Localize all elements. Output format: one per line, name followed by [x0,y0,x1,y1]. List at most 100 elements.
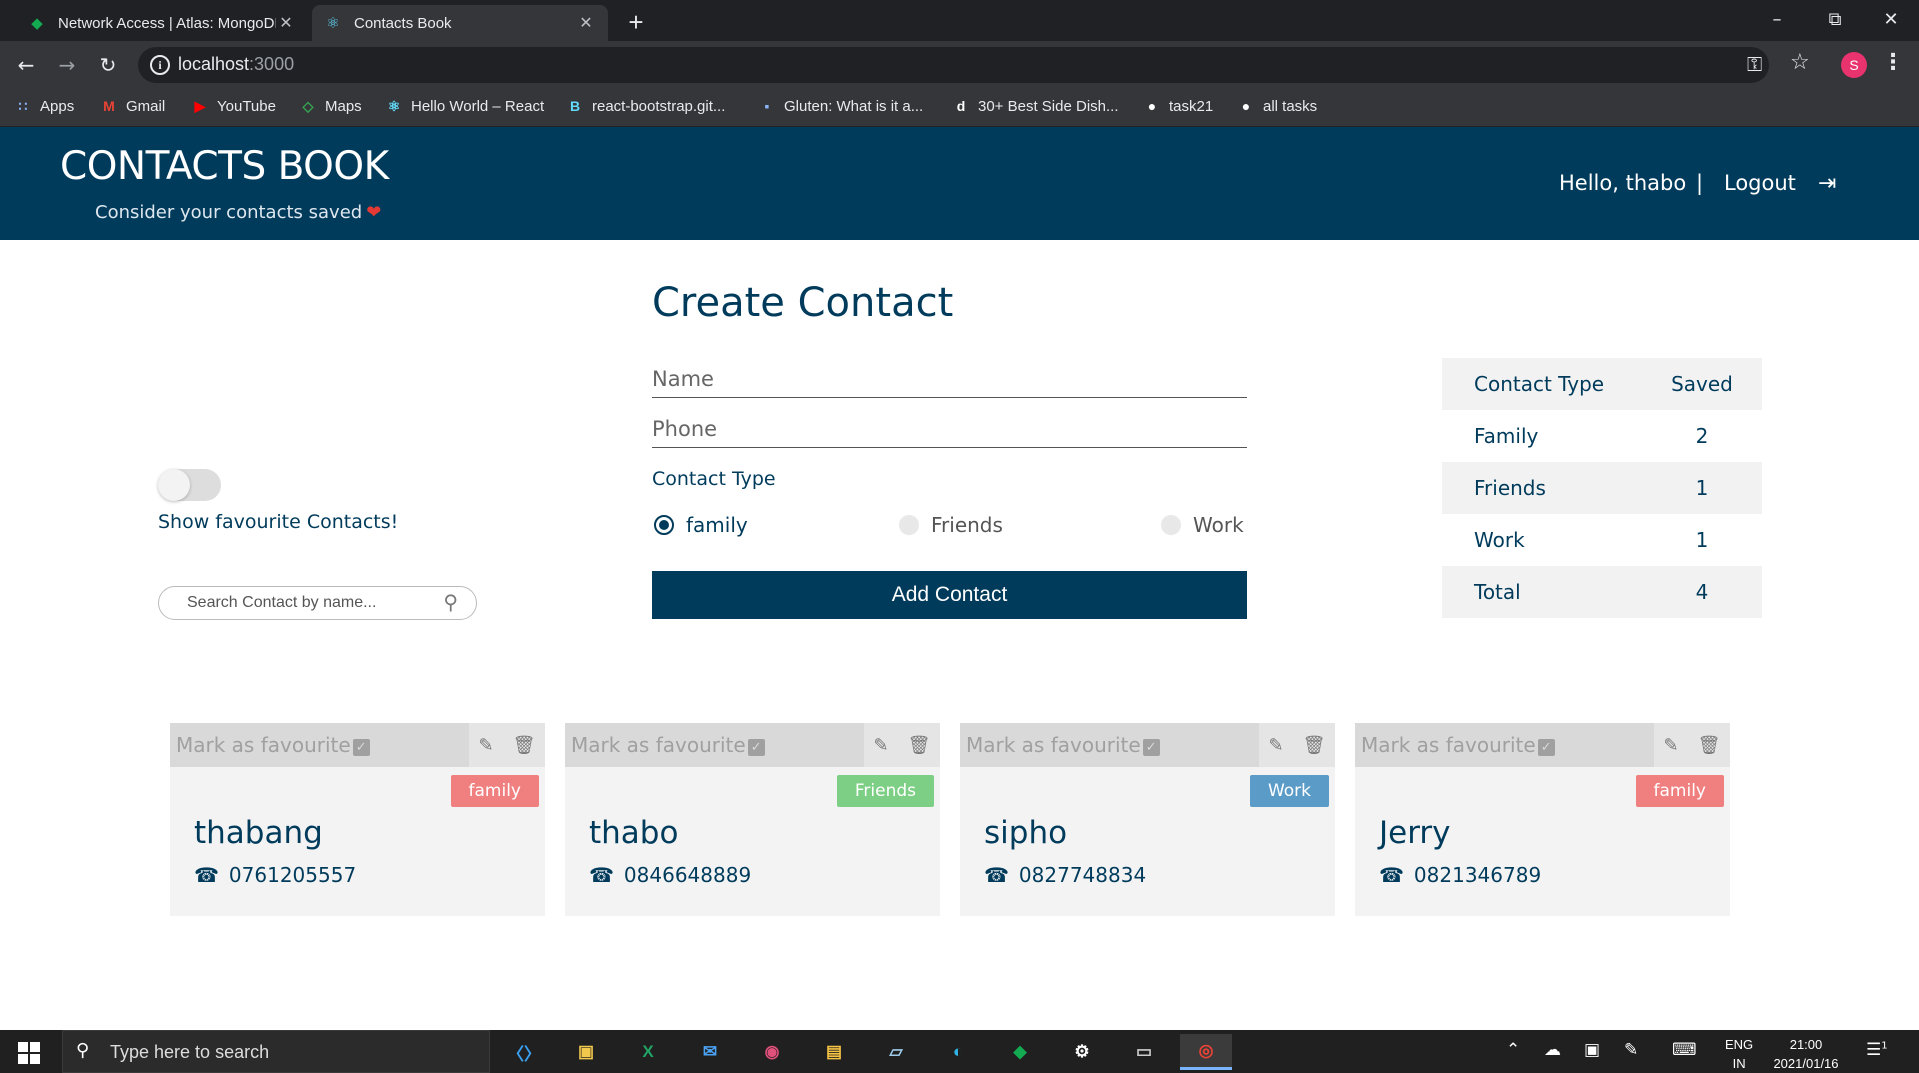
browser-tab-mongodb[interactable]: ◆ Network Access | Atlas: MongoDB ✕ [16,5,308,41]
restore-button[interactable]: ⧉ [1812,4,1858,36]
mark-favourite[interactable]: Mark as favourite ✓ [966,733,1160,757]
close-tab-icon[interactable]: ✕ [276,13,296,33]
profile-avatar[interactable]: S [1841,52,1867,78]
address-bar[interactable] [138,47,1769,83]
mail-icon[interactable]: ✉ [684,1034,736,1070]
taskbar-search-placeholder[interactable]: Type here to search [110,1042,269,1063]
back-button[interactable]: ← [10,50,42,80]
search-icon[interactable]: ⚲ [443,590,458,614]
logout-icon[interactable]: ⇥ [1818,171,1836,196]
taskbar-clock[interactable]: 21:00 2021/01/16 [1768,1035,1844,1073]
bookmark-label: react-bootstrap.git... [592,97,726,115]
edit-contact-icon[interactable]: ✎ [1664,735,1679,756]
notes-icon[interactable]: ▱ [870,1034,922,1070]
bookmark-gmail[interactable]: M Gmail [100,93,165,119]
password-key-icon[interactable]: ⚿ [1747,52,1762,76]
mongodb-compass-icon[interactable]: ◆ [994,1034,1046,1070]
delete-icon[interactable]: 🗑 [1303,735,1326,756]
onedrive-cloud-icon[interactable]: ☁ [1544,1040,1561,1060]
browser-menu-icon[interactable]: ⋮ [1882,50,1904,76]
excel-icon[interactable]: X [622,1034,674,1070]
bookmark-maps[interactable]: ◇ Maps [299,93,362,119]
delete-icon[interactable]: 🗑 [1698,735,1721,756]
language-indicator[interactable]: ENG IN [1725,1035,1753,1073]
terminal-icon[interactable]: ▭ [1118,1034,1170,1070]
edge-icon[interactable]: ◐ [932,1034,984,1070]
checkbox-icon[interactable]: ✓ [1142,739,1160,756]
brand-title: CONTACTS BOOK [60,144,389,189]
add-contact-button[interactable]: Add Contact [652,571,1247,619]
radio-friends[interactable]: Friends [899,512,1003,538]
close-tab-icon[interactable]: ✕ [576,13,596,33]
bookmark-label: Maps [325,97,362,115]
keyboard-icon[interactable]: ⌨ [1672,1040,1697,1060]
radio-work[interactable]: Work [1161,512,1244,538]
notifications-icon[interactable]: ☰1 [1866,1040,1888,1060]
bookmark-youtube[interactable]: ▶ YouTube [191,93,276,119]
edit-contact-icon[interactable]: ✎ [874,735,889,756]
bookmark-all-tasks[interactable]: ● all tasks [1237,93,1317,119]
close-window-button[interactable]: ✕ [1868,4,1914,36]
tab-title: Contacts Book [354,14,452,32]
delete-icon[interactable]: 🗑 [513,735,536,756]
search-input[interactable] [187,591,437,615]
mark-favourite-label: Mark as favourite [1361,733,1536,757]
media-icon[interactable]: ◉ [746,1034,798,1070]
bookmark-hello-world-react[interactable]: ⚛ Hello World – React [385,93,544,119]
phone-icon: ☎ [589,863,614,887]
checkbox-icon[interactable]: ✓ [352,739,370,756]
search-icon: ⚲ [76,1040,90,1061]
bookmark-task21[interactable]: ● task21 [1143,93,1213,119]
file-explorer-icon[interactable]: ▤ [808,1034,860,1070]
radio-family[interactable]: family [654,512,748,538]
favourite-toggle[interactable] [158,469,221,501]
mark-favourite[interactable]: Mark as favourite ✓ [1361,733,1555,757]
checkbox-icon[interactable]: ✓ [1537,739,1555,756]
react-bootstrap-icon: B [569,98,581,114]
radio-dot[interactable] [899,515,919,535]
new-tab-button[interactable]: + [620,8,652,38]
site-info-icon[interactable]: i [150,55,170,75]
radio-dot[interactable] [1161,515,1181,535]
bookmark-star-icon[interactable]: ☆ [1790,50,1810,75]
mark-favourite[interactable]: Mark as favourite ✓ [176,733,370,757]
browser-tab-contacts[interactable]: ⚛ Contacts Book ✕ [312,5,608,41]
gluten-site-icon: ▪ [764,98,770,114]
checkbox-icon[interactable]: ✓ [747,739,765,756]
reload-button[interactable]: ↻ [92,50,124,80]
windows-start-icon[interactable] [18,1042,40,1064]
bookmark-gluten[interactable]: ▪ Gluten: What is it a... [758,93,924,119]
vscode-icon[interactable]: 〈〉 [498,1034,550,1070]
card-actions: ✎ 🗑 [1259,723,1335,767]
bookmark-react-bootstrap[interactable]: B react-bootstrap.git... [566,93,725,119]
lang-primary: ENG [1725,1037,1754,1052]
forward-button[interactable]: → [51,50,83,80]
bookmark-apps[interactable]: ∷ Apps [14,93,75,119]
stat-count: 1 [1695,476,1709,500]
stat-count: 2 [1695,424,1709,448]
radio-label: Friends [931,513,1003,537]
settings-icon[interactable]: ⚙ [1056,1034,1108,1070]
mark-favourite[interactable]: Mark as favourite ✓ [571,733,765,757]
user-greeting: Hello, thabo [1559,171,1687,195]
name-field[interactable] [652,360,1247,398]
bookmark-side-dish[interactable]: d 30+ Best Side Dish... [952,93,1119,119]
pen-icon[interactable]: ✎ [1624,1040,1638,1060]
github-icon: ● [1241,98,1251,114]
url-text[interactable]: localhost:3000 [178,54,294,75]
edit-contact-icon[interactable]: ✎ [479,735,494,756]
phone-field[interactable] [652,410,1247,448]
react-icon: ⚛ [326,15,340,32]
chrome-icon[interactable]: ◎ [1180,1034,1232,1070]
tray-chevron-up-icon[interactable]: ⌃ [1506,1040,1520,1060]
minimize-button[interactable]: – [1754,4,1800,36]
contact-type-label: Contact Type [652,468,776,490]
mark-favourite-label: Mark as favourite [176,733,351,757]
store-icon[interactable]: ▣ [560,1034,612,1070]
logout-link[interactable]: Logout [1724,171,1796,195]
device-icon[interactable]: ▣ [1584,1040,1600,1060]
radio-dot[interactable] [654,515,674,535]
edit-contact-icon[interactable]: ✎ [1269,735,1284,756]
contact-type-badge: family [450,775,539,807]
delete-icon[interactable]: 🗑 [908,735,931,756]
